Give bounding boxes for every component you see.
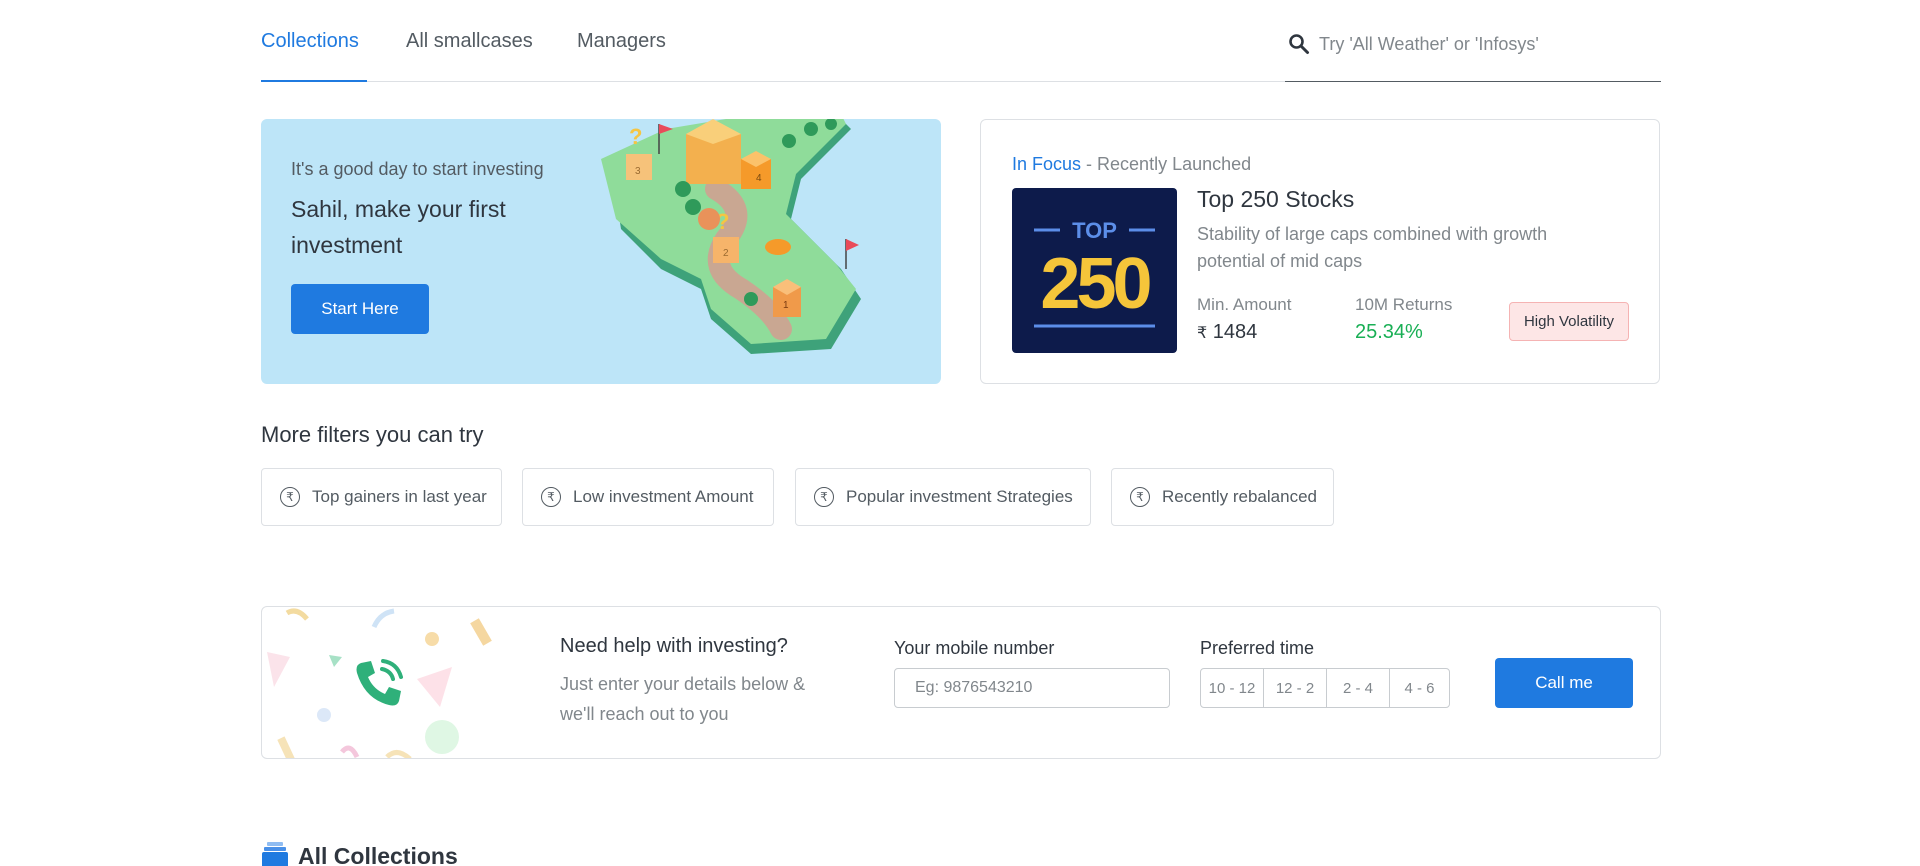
in-focus-separator: - [1081, 154, 1098, 174]
filter-chip-label: Low investment Amount [573, 487, 754, 506]
collection-description: Stability of large caps combined with gr… [1197, 224, 1548, 271]
rupee-icon: ₹ [1130, 487, 1150, 507]
call-me-button[interactable]: Call me [1495, 658, 1633, 708]
thumbnail-number-text: 250 [1040, 244, 1150, 324]
filter-chip-recently-rebalanced[interactable]: ₹ Recently rebalanced [1111, 468, 1334, 526]
search-icon [1289, 34, 1309, 54]
help-title: Need help with investing? [560, 635, 788, 657]
hero-title: Sahil, make your first investment [291, 196, 506, 258]
start-here-button[interactable]: Start Here [291, 284, 429, 334]
hero-banner: It's a good day to start investing Sahil… [261, 119, 941, 384]
collection-thumbnail: TOP 250 [1012, 188, 1177, 353]
hero-subtitle: It's a good day to start investing [291, 159, 544, 179]
min-amount-number: 1484 [1212, 321, 1258, 343]
filter-chip-label: Popular investment Strategies [846, 487, 1073, 506]
time-slot-10-12[interactable]: 10 - 12 [1201, 669, 1264, 707]
filter-chip-popular-strategies[interactable]: ₹ Popular investment Strategies [795, 468, 1091, 526]
investing-journey-illustration: 4 3 ? 2 ? 1 [601, 119, 861, 354]
svg-text:1: 1 [783, 300, 789, 311]
all-collections-title: All Collections [298, 842, 458, 866]
tab-collections[interactable]: Collections [261, 30, 359, 53]
help-callback-card: Need help with investing? Just enter you… [261, 606, 1661, 759]
in-focus-header: In Focus - Recently Launched [1012, 154, 1251, 175]
filter-chip-label: Recently rebalanced [1162, 487, 1317, 506]
filters-title: More filters you can try [261, 422, 484, 447]
in-focus-label: In Focus [1012, 154, 1082, 174]
time-slot-12-2[interactable]: 12 - 2 [1264, 669, 1327, 707]
all-collections-heading: All Collections [262, 842, 458, 866]
help-description: Just enter your details below & we'll re… [560, 674, 806, 724]
filter-chip-label: Top gainers in last year [312, 487, 487, 506]
filter-chip-top-gainers[interactable]: ₹ Top gainers in last year [261, 468, 502, 526]
in-focus-tag: Recently Launched [1097, 154, 1252, 174]
returns-value: 25.34% [1355, 321, 1423, 343]
search-input[interactable] [1319, 30, 1649, 58]
rupee-symbol: ₹ [1197, 325, 1208, 342]
active-tab-indicator [261, 80, 367, 82]
time-slot-2-4[interactable]: 2 - 4 [1327, 669, 1390, 707]
svg-text:?: ? [629, 124, 642, 149]
rupee-icon: ₹ [541, 487, 561, 507]
tab-managers[interactable]: Managers [577, 30, 666, 53]
search-bar[interactable] [1285, 28, 1661, 82]
min-amount-label: Min. Amount [1197, 295, 1292, 314]
svg-text:4: 4 [756, 173, 762, 184]
svg-text:3: 3 [635, 166, 641, 177]
tab-all-smallcases[interactable]: All smallcases [406, 30, 533, 53]
filter-chip-low-investment[interactable]: ₹ Low investment Amount [522, 468, 774, 526]
top-nav: Collections All smallcases Managers [261, 0, 1661, 82]
rupee-icon: ₹ [814, 487, 834, 507]
min-amount-value: ₹ 1484 [1197, 321, 1257, 344]
svg-text:2: 2 [723, 248, 729, 259]
volatility-badge: High Volatility [1509, 302, 1629, 341]
preferred-time-label: Preferred time [1200, 638, 1315, 658]
time-slot-4-6[interactable]: 4 - 6 [1390, 669, 1449, 707]
in-focus-card[interactable]: In Focus - Recently Launched TOP 250 Top… [980, 119, 1660, 384]
mobile-number-field[interactable] [894, 668, 1170, 708]
time-slot-selector: 10 - 12 12 - 2 2 - 4 4 - 6 [1200, 668, 1450, 708]
phone-icon [356, 659, 403, 706]
collection-name[interactable]: Top 250 Stocks [1197, 186, 1354, 213]
collections-icon [262, 842, 288, 866]
mobile-label: Your mobile number [894, 638, 1055, 658]
thumbnail-top-text: TOP [1072, 218, 1117, 243]
rupee-icon: ₹ [280, 487, 300, 507]
returns-label: 10M Returns [1355, 295, 1453, 314]
